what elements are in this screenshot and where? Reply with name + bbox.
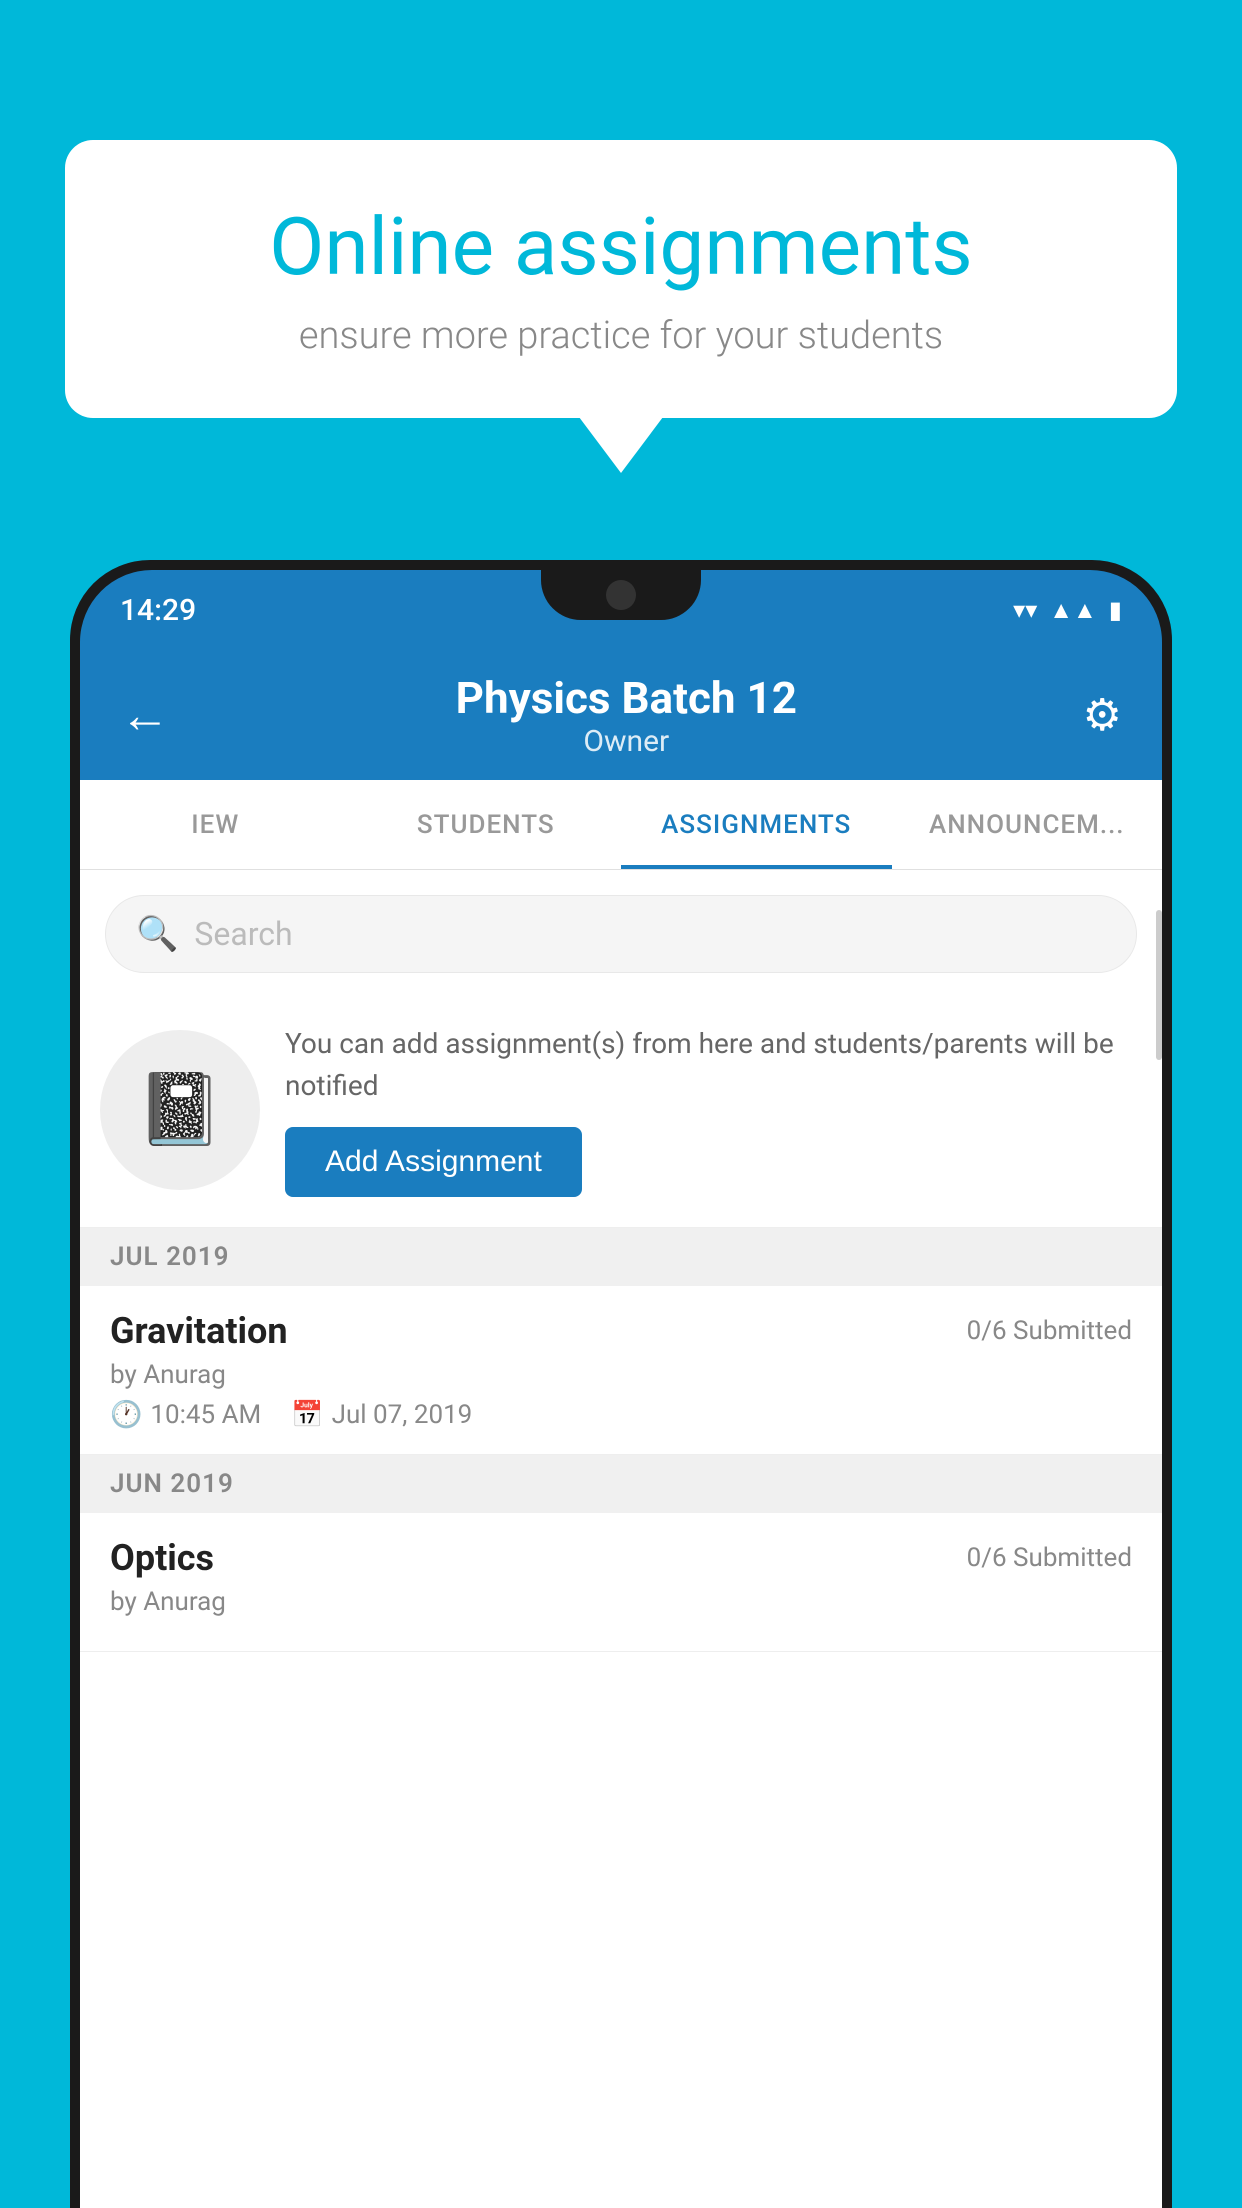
assignment-title: Gravitation [110,1310,288,1352]
assignment-meta: 🕐 10:45 AM 📅 Jul 07, 2019 [110,1400,1132,1430]
section-header-jul: JUL 2019 [80,1228,1162,1286]
meta-time: 🕐 10:45 AM [110,1400,261,1430]
section-header-jun: JUN 2019 [80,1455,1162,1513]
search-icon: 🔍 [136,914,178,954]
tab-iew[interactable]: IEW [80,780,351,869]
phone-frame: 14:29 ▾▾ ▲▲ ▮ ← Physics Batch 12 Owner ⚙… [70,560,1172,2208]
assignment-submitted: 0/6 Submitted [967,1316,1132,1346]
assignment-author-optics: by Anurag [110,1587,1132,1617]
assignment-time: 10:45 AM [150,1400,261,1430]
notebook-icon: 📓 [136,1069,223,1151]
table-row[interactable]: Optics 0/6 Submitted by Anurag [80,1513,1162,1652]
battery-icon: ▮ [1109,596,1122,624]
assignment-row-top: Gravitation 0/6 Submitted [110,1310,1132,1352]
status-time: 14:29 [120,593,196,628]
assignment-promo: 📓 You can add assignment(s) from here an… [80,993,1162,1228]
assignment-author: by Anurag [110,1360,1132,1390]
phone-inner: 14:29 ▾▾ ▲▲ ▮ ← Physics Batch 12 Owner ⚙… [80,570,1162,2208]
batch-title: Physics Batch 12 [170,672,1083,724]
tab-assignments[interactable]: ASSIGNMENTS [621,780,892,869]
assignment-submitted-optics: 0/6 Submitted [967,1543,1132,1573]
settings-icon[interactable]: ⚙ [1083,689,1122,741]
header-title-group: Physics Batch 12 Owner [170,672,1083,759]
speech-bubble-subtitle: ensure more practice for your students [135,314,1107,358]
screen-content: 🔍 Search 📓 You can add assignment(s) fro… [80,870,1162,2208]
status-icons: ▾▾ ▲▲ ▮ [1013,596,1122,625]
clock-icon: 🕐 [110,1400,142,1430]
speech-bubble-title: Online assignments [135,200,1107,294]
back-button[interactable]: ← [120,686,170,745]
promo-icon-circle: 📓 [100,1030,260,1190]
calendar-icon: 📅 [291,1400,323,1430]
scroll-indicator [1156,910,1162,1060]
search-bar[interactable]: 🔍 Search [105,895,1137,973]
table-row[interactable]: Gravitation 0/6 Submitted by Anurag 🕐 10… [80,1286,1162,1455]
app-header: ← Physics Batch 12 Owner ⚙ [80,650,1162,780]
promo-description: You can add assignment(s) from here and … [285,1023,1132,1107]
speech-bubble-container: Online assignments ensure more practice … [65,140,1177,418]
assignment-row-top-optics: Optics 0/6 Submitted [110,1537,1132,1579]
add-assignment-button[interactable]: Add Assignment [285,1127,582,1197]
batch-subtitle: Owner [170,724,1083,759]
promo-text-group: You can add assignment(s) from here and … [285,1023,1132,1197]
wifi-icon: ▾▾ [1013,596,1037,624]
phone-notch [541,570,701,620]
tab-students[interactable]: STUDENTS [351,780,622,869]
assignment-title-optics: Optics [110,1537,214,1579]
tab-bar: IEW STUDENTS ASSIGNMENTS ANNOUNCEM... [80,780,1162,870]
signal-icon: ▲▲ [1049,596,1097,625]
meta-date: 📅 Jul 07, 2019 [291,1400,472,1430]
speech-bubble: Online assignments ensure more practice … [65,140,1177,418]
tab-announcements[interactable]: ANNOUNCEM... [892,780,1163,869]
assignment-date: Jul 07, 2019 [332,1400,473,1430]
search-placeholder: Search [194,915,292,953]
